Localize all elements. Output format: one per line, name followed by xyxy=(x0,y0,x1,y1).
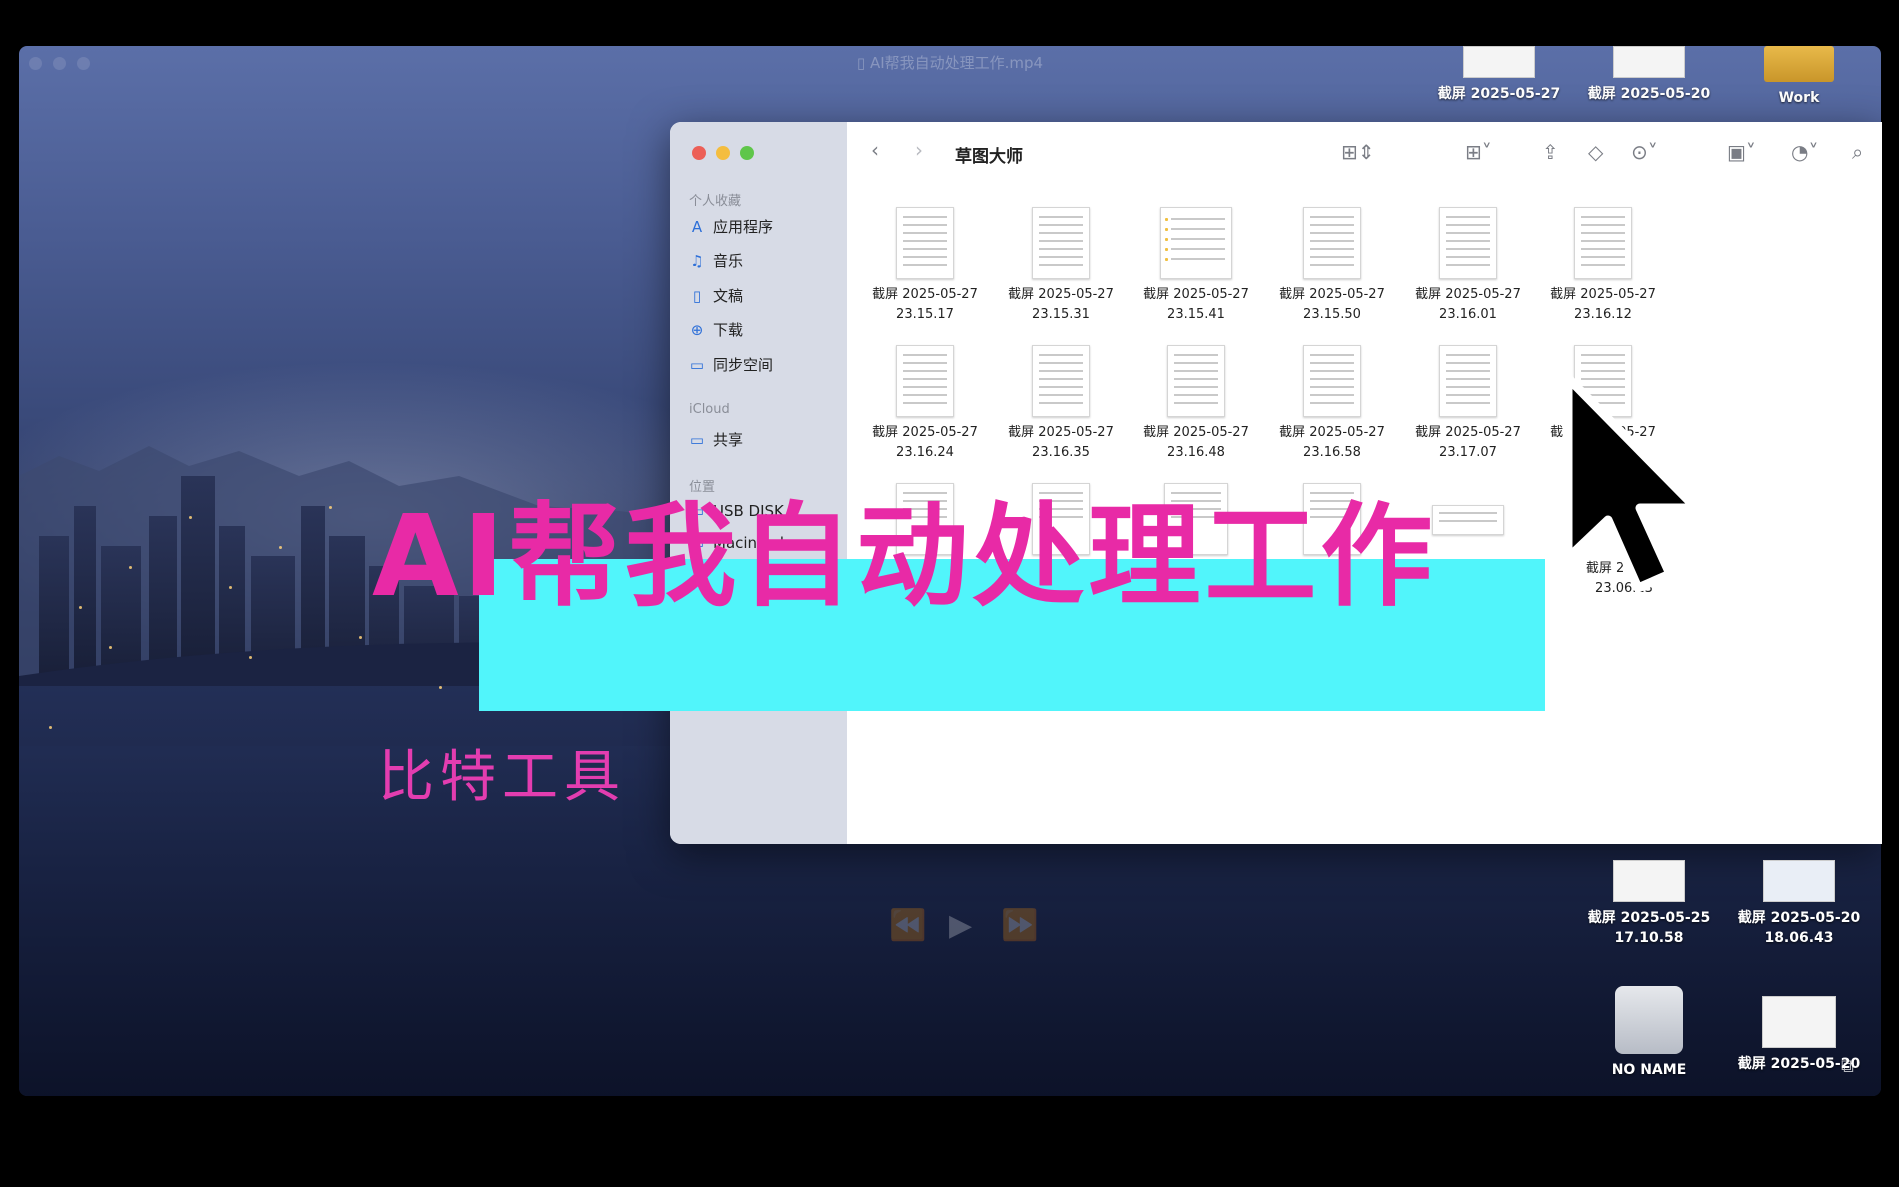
zoom-button[interactable] xyxy=(740,146,754,160)
file-thumbnail xyxy=(1439,345,1497,417)
sidebar-item-music[interactable]: ♫ 音乐 xyxy=(689,250,743,271)
action-icon[interactable]: ◔˅ xyxy=(1791,140,1818,164)
file-thumbnail xyxy=(1032,345,1090,417)
finder-sidebar: 个人收藏 A 应用程序 ♫ 音乐 ▯ 文稿 ⊕ 下载 ▭ 同步空间 iCloud… xyxy=(670,122,847,844)
close-button[interactable] xyxy=(692,146,706,160)
minimize-button[interactable] xyxy=(716,146,730,160)
archive-icon[interactable]: ▣˅ xyxy=(1727,140,1756,164)
file-thumbnail xyxy=(1303,345,1361,417)
tag-icon[interactable]: ◇ xyxy=(1588,140,1603,164)
desktop-icon-screenshot[interactable]: 截屏 2025-05-27 xyxy=(1424,46,1574,104)
file-item[interactable]: 截屏 2025-05-27 23.16.24 xyxy=(860,345,990,463)
folder-icon: ▭ xyxy=(689,355,705,374)
file-thumbnail xyxy=(1032,207,1090,279)
sidebar-section-header: 个人收藏 xyxy=(689,194,742,209)
desktop-icon-screenshot[interactable]: 截屏 2025-05-25 17.10.58 xyxy=(1574,860,1724,948)
shared-folder-icon: ▭ xyxy=(689,430,705,449)
file-item[interactable]: 截屏 2025-05-27 23.16.58 xyxy=(1267,345,1397,463)
folder-title: 草图大师 xyxy=(955,147,1023,167)
share-icon[interactable]: ⇪ xyxy=(1542,140,1559,164)
file-item[interactable]: 截屏 2025-05-27 23.15.41 xyxy=(1131,207,1261,325)
play-icon[interactable]: ▶ xyxy=(949,908,972,943)
sidebar-item-sync-space[interactable]: ▭ 同步空间 xyxy=(689,354,773,375)
file-thumbnail xyxy=(1167,345,1225,417)
back-icon[interactable]: ‹ xyxy=(871,138,879,162)
desktop-icon-no-name-disk[interactable]: NO NAME xyxy=(1574,986,1724,1080)
forward-icon[interactable]: › xyxy=(915,138,923,162)
search-icon[interactable]: ⌕ xyxy=(1852,140,1863,164)
more-icon[interactable]: ⊙˅ xyxy=(1631,140,1658,164)
file-thumbnail xyxy=(1160,207,1232,279)
file-item[interactable]: 截屏 2025-05-27 23.16.48 xyxy=(1131,345,1261,463)
sidebar-item-shared[interactable]: ▭ 共享 xyxy=(689,429,743,450)
document-icon: ▯ xyxy=(856,54,870,72)
forward-icon[interactable]: ⏩ xyxy=(1001,908,1038,943)
sidebar-item-documents[interactable]: ▯ 文稿 xyxy=(689,285,743,306)
desktop-icon-screenshot[interactable]: 截屏 2025-05-20 18.06.43 xyxy=(1724,860,1874,948)
view-grid-icon[interactable]: ⊞⇕ xyxy=(1341,140,1375,164)
desktop-icon-screenshot[interactable]: 截屏 2025-05-20 xyxy=(1574,46,1724,104)
file-thumbnail xyxy=(1439,207,1497,279)
mouse-cursor-icon xyxy=(1563,373,1701,593)
file-item[interactable]: 截屏 2025-05-27 23.16.01 xyxy=(1403,207,1533,325)
file-thumbnail xyxy=(1432,505,1504,535)
file-item[interactable]: 截屏 2025-05-27 23.15.50 xyxy=(1267,207,1397,325)
rewind-icon[interactable]: ⏪ xyxy=(889,908,926,943)
file-item[interactable]: 截屏 2025-05-27 23.17.07 xyxy=(1403,345,1533,463)
file-thumbnail xyxy=(896,207,954,279)
download-icon: ⊕ xyxy=(690,320,704,339)
file-thumbnail xyxy=(1574,207,1632,279)
sidebar-item-applications[interactable]: A 应用程序 xyxy=(689,216,773,237)
video-overlay-title: AI帮我自动处理工作 xyxy=(372,492,1437,622)
file-item[interactable]: 截屏 2025-05-27 23.16.12 xyxy=(1538,207,1668,325)
file-thumbnail xyxy=(896,345,954,417)
live-text-icon[interactable]: ⧉ xyxy=(1841,1056,1854,1077)
sidebar-item-downloads[interactable]: ⊕ 下载 xyxy=(689,319,743,340)
video-overlay-subtitle: 比特工具 xyxy=(378,745,626,810)
music-icon: ♫ xyxy=(690,251,704,270)
apps-icon: A xyxy=(691,217,703,236)
file-thumbnail xyxy=(1303,207,1361,279)
sidebar-section-header: iCloud xyxy=(689,402,730,417)
file-item[interactable]: 截屏 2025-05-27 23.16.35 xyxy=(996,345,1126,463)
group-icon[interactable]: ⊞˅ xyxy=(1465,140,1492,164)
desktop-icon-work-folder[interactable]: Work xyxy=(1724,46,1874,108)
document-icon: ▯ xyxy=(692,286,702,305)
finder-toolbar: ‹ › 草图大师 ⊞⇕ ⊞˅ ⇪ ◇ ⊙˅ ▣˅ ◔˅ ⌕ xyxy=(847,122,1882,184)
file-item[interactable]: 截屏 2025-05-27 23.15.17 xyxy=(860,207,990,325)
file-item[interactable]: 截屏 2025-05-27 23.15.31 xyxy=(996,207,1126,325)
